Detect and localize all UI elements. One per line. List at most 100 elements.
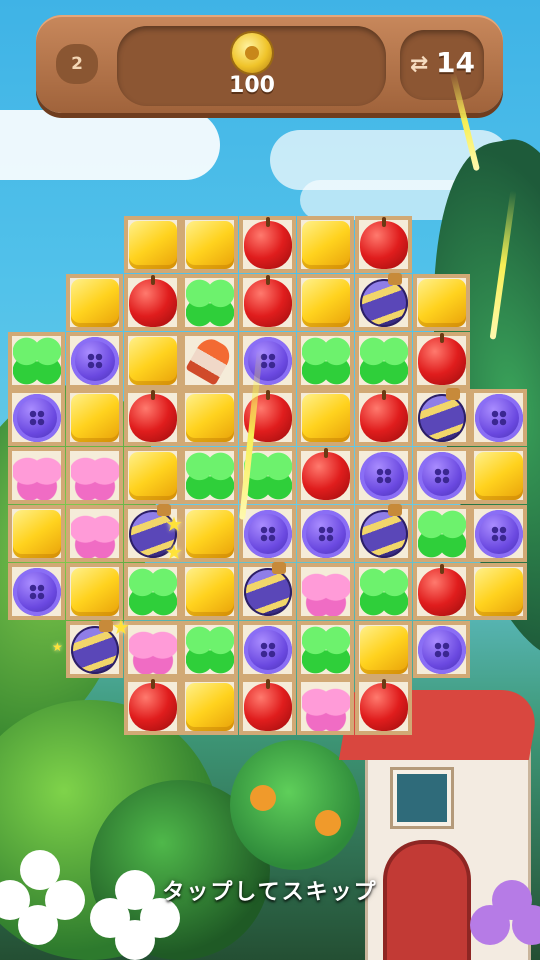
- board-cell[interactable]: [181, 620, 239, 678]
- board-cell[interactable]: [8, 331, 65, 389]
- board-cell[interactable]: [181, 562, 239, 620]
- board-cell[interactable]: [181, 331, 239, 389]
- apple-icon[interactable]: [359, 679, 408, 732]
- clover-icon[interactable]: [186, 452, 235, 501]
- board-cell[interactable]: [470, 562, 528, 620]
- button-icon[interactable]: [13, 567, 61, 616]
- board-cell[interactable]: [354, 562, 412, 620]
- candy-icon[interactable]: [475, 567, 524, 616]
- apple-icon[interactable]: [359, 217, 408, 269]
- bomb-icon[interactable]: [244, 561, 293, 616]
- board-cell[interactable]: [354, 504, 412, 562]
- board-cell[interactable]: [65, 273, 123, 331]
- button-icon[interactable]: [70, 336, 119, 385]
- candy-icon[interactable]: [70, 567, 119, 616]
- apple-icon[interactable]: [128, 274, 177, 327]
- candy-icon[interactable]: [186, 567, 235, 616]
- board-cell[interactable]: [8, 389, 65, 447]
- bow-icon[interactable]: [70, 510, 119, 558]
- apple-icon[interactable]: [417, 332, 466, 385]
- candy-icon[interactable]: [186, 221, 235, 269]
- button-icon[interactable]: [417, 452, 466, 501]
- board-cell[interactable]: [123, 620, 181, 678]
- candy-icon[interactable]: [186, 394, 235, 443]
- apple-icon[interactable]: [244, 217, 293, 269]
- board-cell[interactable]: [239, 678, 297, 736]
- bow-icon[interactable]: [302, 567, 350, 616]
- tap-to-skip-text[interactable]: タップしてスキップ: [0, 874, 540, 906]
- apple-icon[interactable]: [417, 563, 466, 616]
- bow-icon[interactable]: [128, 625, 177, 674]
- clover-icon[interactable]: [359, 336, 408, 385]
- apple-icon[interactable]: [302, 448, 350, 501]
- board-cell[interactable]: [123, 562, 181, 620]
- board-cell[interactable]: [65, 447, 123, 505]
- board-cell[interactable]: [412, 331, 470, 389]
- board-cell[interactable]: [470, 505, 528, 562]
- apple-icon[interactable]: [359, 390, 408, 443]
- board-cell[interactable]: [65, 389, 123, 447]
- board-cell[interactable]: [123, 678, 181, 736]
- board-cell[interactable]: [297, 562, 354, 620]
- button-icon[interactable]: [359, 452, 408, 501]
- clover-icon[interactable]: [186, 278, 235, 327]
- clover-icon[interactable]: [128, 567, 177, 616]
- board-cell[interactable]: [181, 273, 239, 331]
- board-cell[interactable]: [297, 331, 354, 389]
- board-cell[interactable]: [470, 389, 528, 447]
- candy-icon[interactable]: [128, 336, 177, 385]
- board-cell[interactable]: [354, 272, 412, 331]
- candy-icon[interactable]: [475, 452, 524, 501]
- button-icon[interactable]: [244, 625, 293, 674]
- clover-icon[interactable]: [13, 336, 61, 385]
- apple-icon[interactable]: [128, 390, 177, 443]
- board-cell[interactable]: [412, 273, 470, 331]
- apple-icon[interactable]: [128, 679, 177, 732]
- board-cell[interactable]: [181, 678, 239, 736]
- board-cell[interactable]: [412, 620, 470, 678]
- button-icon[interactable]: [417, 625, 466, 674]
- clover-icon[interactable]: [186, 625, 235, 674]
- candy-icon[interactable]: [359, 625, 408, 674]
- bomb-icon[interactable]: [359, 504, 408, 558]
- candy-icon[interactable]: [128, 221, 177, 269]
- button-icon[interactable]: [302, 510, 350, 558]
- board-cell[interactable]: [123, 273, 181, 331]
- board-cell[interactable]: [65, 562, 123, 620]
- board-cell[interactable]: [297, 216, 354, 273]
- bow-icon[interactable]: [13, 452, 61, 501]
- board-cell[interactable]: [239, 273, 297, 331]
- board-cell[interactable]: [354, 331, 412, 389]
- bow-icon[interactable]: [302, 683, 350, 732]
- board-cell[interactable]: [239, 620, 297, 678]
- board-cell[interactable]: [354, 447, 412, 505]
- clover-icon[interactable]: [359, 567, 408, 616]
- board-cell[interactable]: [65, 505, 123, 562]
- board-cell[interactable]: [123, 389, 181, 447]
- board-cell[interactable]: [239, 331, 297, 389]
- board-cell[interactable]: [8, 562, 65, 620]
- board-cell[interactable]: [412, 388, 470, 447]
- board-cell[interactable]: [297, 678, 354, 736]
- candy-icon[interactable]: [128, 452, 177, 501]
- clover-icon[interactable]: [302, 625, 350, 674]
- board-cell[interactable]: [297, 273, 354, 331]
- candy-icon[interactable]: [13, 510, 61, 558]
- board-cell[interactable]: [181, 505, 239, 562]
- candy-icon[interactable]: [70, 278, 119, 327]
- board-cell[interactable]: [297, 447, 354, 505]
- board-cell[interactable]: [297, 389, 354, 447]
- bomb-icon[interactable]: [417, 388, 466, 443]
- board-cell[interactable]: [65, 331, 123, 389]
- board-cell[interactable]: [412, 505, 470, 562]
- board-cell[interactable]: [412, 562, 470, 620]
- clover-icon[interactable]: [302, 336, 350, 385]
- board-cell[interactable]: [8, 505, 65, 562]
- board-cell[interactable]: [8, 447, 65, 505]
- board-cell[interactable]: [123, 216, 181, 273]
- board-cell[interactable]: [181, 216, 239, 273]
- board-cell[interactable]: [297, 505, 354, 562]
- board-cell[interactable]: [239, 505, 297, 562]
- bomb-icon[interactable]: [359, 272, 408, 327]
- bow-icon[interactable]: [70, 452, 119, 501]
